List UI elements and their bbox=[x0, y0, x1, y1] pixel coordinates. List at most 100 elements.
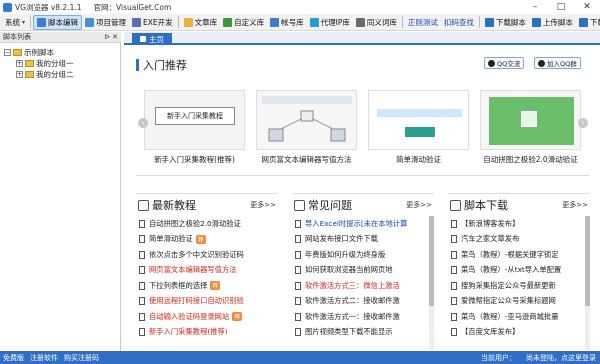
list-item[interactable]: 爱微帮指定公众号采集标题网 bbox=[451, 294, 590, 310]
close-panel-icon[interactable]: ✕ bbox=[112, 33, 118, 41]
list-item[interactable]: 导入Excel时提示[未在本地计算 bbox=[295, 216, 434, 232]
list-item[interactable]: 依次点击多个中文识别验证码 bbox=[139, 247, 278, 263]
list-item[interactable]: 【百度文库发布】 bbox=[451, 325, 590, 341]
toolbar-button-3[interactable]: EXE开发 bbox=[129, 15, 176, 30]
toolbar-button-4[interactable]: 文章库 bbox=[181, 15, 221, 30]
folder-icon bbox=[13, 49, 22, 56]
card-caption: 自动拼图之极验2.0滑动验证 bbox=[483, 155, 578, 164]
list-item[interactable]: 软件激活方式三：微信上激活 bbox=[295, 278, 434, 294]
scrollbar-thumb[interactable] bbox=[429, 216, 434, 306]
script-list: 【新浪博客发布】汽车之家文章发布菜鸟（教程）-根据关键字锁定菜鸟（教程）-从tx… bbox=[448, 216, 590, 340]
list-item[interactable]: 自动输入验证码登录网站荐 bbox=[139, 309, 278, 325]
recommend-card[interactable]: 简单滑动验证 bbox=[368, 90, 469, 170]
list-item[interactable]: 图片视频类型下载不能显示 bbox=[295, 325, 434, 341]
recommend-card[interactable]: 自动拼图之极验2.0滑动验证 bbox=[480, 90, 581, 170]
toolbar-separator bbox=[30, 16, 32, 28]
list-item-text: 简单滑动验证 bbox=[149, 234, 193, 244]
toolbar-label: 系统 bbox=[5, 17, 20, 27]
app-logo-icon bbox=[3, 2, 12, 12]
toolbar-button-12[interactable]: 上传脚本 bbox=[529, 15, 576, 30]
document-icon bbox=[295, 219, 301, 228]
list-item-text: 自动输入验证码登录网站 bbox=[149, 311, 230, 321]
close-icon[interactable]: ✕ bbox=[574, 0, 600, 14]
toolbar-button-13[interactable]: 下载管理 bbox=[576, 15, 600, 30]
list-item[interactable]: 年费版如何升级为终身版 bbox=[295, 247, 434, 263]
toolbar-button-9[interactable]: 正则测试 bbox=[405, 15, 441, 30]
recommend-badge: 荐 bbox=[210, 281, 221, 291]
recommend-card[interactable]: 网页富文本编辑器写值方法 bbox=[256, 90, 357, 170]
toolbar-label: 下载脚本 bbox=[495, 17, 526, 27]
folder-icon bbox=[25, 60, 34, 67]
list-item[interactable]: 使用远程打码接口自动识别验 bbox=[139, 294, 278, 310]
minimize-icon[interactable]: – bbox=[522, 0, 548, 14]
document-icon bbox=[139, 266, 145, 275]
buy-code-link[interactable]: 购买注册码 bbox=[64, 353, 99, 363]
app-window: VG浏览器 v8.2.1.1 官网：VisualGet.Com – □ ✕ 系统… bbox=[0, 0, 600, 364]
login-link[interactable]: 尚未登陆，点这里登录 bbox=[526, 353, 596, 363]
list-item[interactable]: 下拉列表框的选择荐 bbox=[139, 278, 278, 294]
toolbar-separator bbox=[478, 16, 480, 28]
document-icon bbox=[139, 312, 145, 321]
carousel-prev-icon[interactable]: ‹ bbox=[138, 118, 148, 128]
tree-node-group-1[interactable]: + 我的分组一 bbox=[0, 58, 120, 69]
toolbar-button-7[interactable]: 代理IP库 bbox=[307, 15, 353, 30]
register-link[interactable]: 注册软件 bbox=[30, 353, 58, 363]
toolbar-button-2[interactable]: 项目管理 bbox=[82, 15, 129, 30]
list-item[interactable]: 搜狗采集指定公众号最新更新 bbox=[451, 278, 590, 294]
scrollbar-thumb[interactable] bbox=[585, 216, 590, 306]
list-item[interactable]: 【新浪博客发布】 bbox=[451, 216, 590, 232]
list-item-text: 菜鸟（教程）-从txt导入单配置 bbox=[461, 265, 562, 275]
toolbar-button-8[interactable]: 同义词库 bbox=[353, 15, 400, 30]
list-item[interactable]: 菜鸟（教程）-从txt导入单配置 bbox=[451, 263, 590, 279]
document-icon bbox=[139, 235, 145, 244]
document-icon bbox=[451, 266, 457, 275]
home-content: 入门推荐 QQ交流 加入QQ群 新手入门采集教程 新手入门采集教程(推荐) 网页… bbox=[124, 47, 600, 351]
website-label: 官网：VisualGet.Com bbox=[93, 2, 172, 12]
list-item[interactable]: 软件激活方式二：接收邮件激 bbox=[295, 294, 434, 310]
expand-icon[interactable]: + bbox=[16, 60, 23, 67]
document-icon bbox=[295, 297, 301, 306]
join-qq-group-button[interactable]: 加入QQ群 bbox=[534, 57, 581, 69]
list-item-text: 汽车之家文章发布 bbox=[461, 234, 520, 244]
tree-node-root[interactable]: − 示例脚本 bbox=[0, 47, 120, 58]
toolbar-button-0[interactable]: 系统 ▾ bbox=[2, 15, 28, 30]
list-item[interactable]: 新手入门采集教程(推荐) bbox=[139, 325, 278, 341]
list-item[interactable]: 软件激活方式一：接收邮件激 bbox=[295, 309, 434, 325]
more-link[interactable]: 更多>> bbox=[406, 200, 432, 210]
toolbar-icon bbox=[270, 17, 280, 27]
document-icon bbox=[451, 297, 457, 306]
more-link[interactable]: 更多>> bbox=[562, 200, 588, 210]
toolbar-button-1[interactable]: 脚本编辑 bbox=[33, 14, 83, 30]
expand-icon[interactable]: − bbox=[4, 49, 11, 56]
script-scrollbar[interactable] bbox=[585, 216, 590, 350]
toolbar-button-6[interactable]: 帐号库 bbox=[267, 15, 307, 30]
more-link[interactable]: 更多>> bbox=[250, 200, 276, 210]
list-item[interactable]: 简单滑动验证荐 bbox=[139, 232, 278, 248]
toolbar-label: 同义词库 bbox=[366, 17, 397, 27]
list-item[interactable]: 网页富文本编辑器写值方法 bbox=[139, 263, 278, 279]
qq-chat-button[interactable]: QQ交流 bbox=[484, 57, 525, 69]
pin-icon[interactable]: ᐅ bbox=[105, 33, 110, 41]
recommend-card[interactable]: 新手入门采集教程 新手入门采集教程(推荐) bbox=[144, 90, 245, 170]
list-item[interactable]: 菜鸟（教程）-根据关键字锁定 bbox=[451, 247, 590, 263]
list-item[interactable]: 汽车之家文章发布 bbox=[451, 232, 590, 248]
faq-scrollbar[interactable] bbox=[429, 216, 434, 350]
expand-icon[interactable]: + bbox=[16, 71, 23, 78]
list-item[interactable]: 菜鸟（教程）-亚马逊商城批量 bbox=[451, 309, 590, 325]
tab-home[interactable]: 主页 bbox=[132, 33, 172, 45]
list-item[interactable]: 如何获取浏览器当前网页地 bbox=[295, 263, 434, 279]
toolbar-button-11[interactable]: 下载脚本 bbox=[482, 15, 529, 30]
toolbar-button-10[interactable]: 扣码查找 bbox=[441, 15, 477, 30]
carousel-next-icon[interactable]: › bbox=[578, 118, 588, 128]
list-item[interactable]: 自动拼图之极验2.0滑动验证 bbox=[139, 216, 278, 232]
tree-node-group-2[interactable]: + 我的分组二 bbox=[0, 69, 120, 80]
toolbar-separator bbox=[401, 16, 403, 28]
window-title: VG浏览器 v8.2.1.1 bbox=[15, 2, 82, 12]
toolbar-button-5[interactable]: 自定义库 bbox=[220, 15, 267, 30]
list-item-text: 菜鸟（教程）-亚马逊商城批量 bbox=[461, 311, 559, 321]
list-item-text: 搜狗采集指定公众号最新更新 bbox=[461, 280, 556, 290]
maximize-icon[interactable]: □ bbox=[548, 0, 574, 14]
list-item[interactable]: 网站发布接口文件下载 bbox=[295, 232, 434, 248]
panel-header: 最新教程 更多>> bbox=[136, 194, 278, 216]
toolbar-icon bbox=[37, 17, 47, 27]
